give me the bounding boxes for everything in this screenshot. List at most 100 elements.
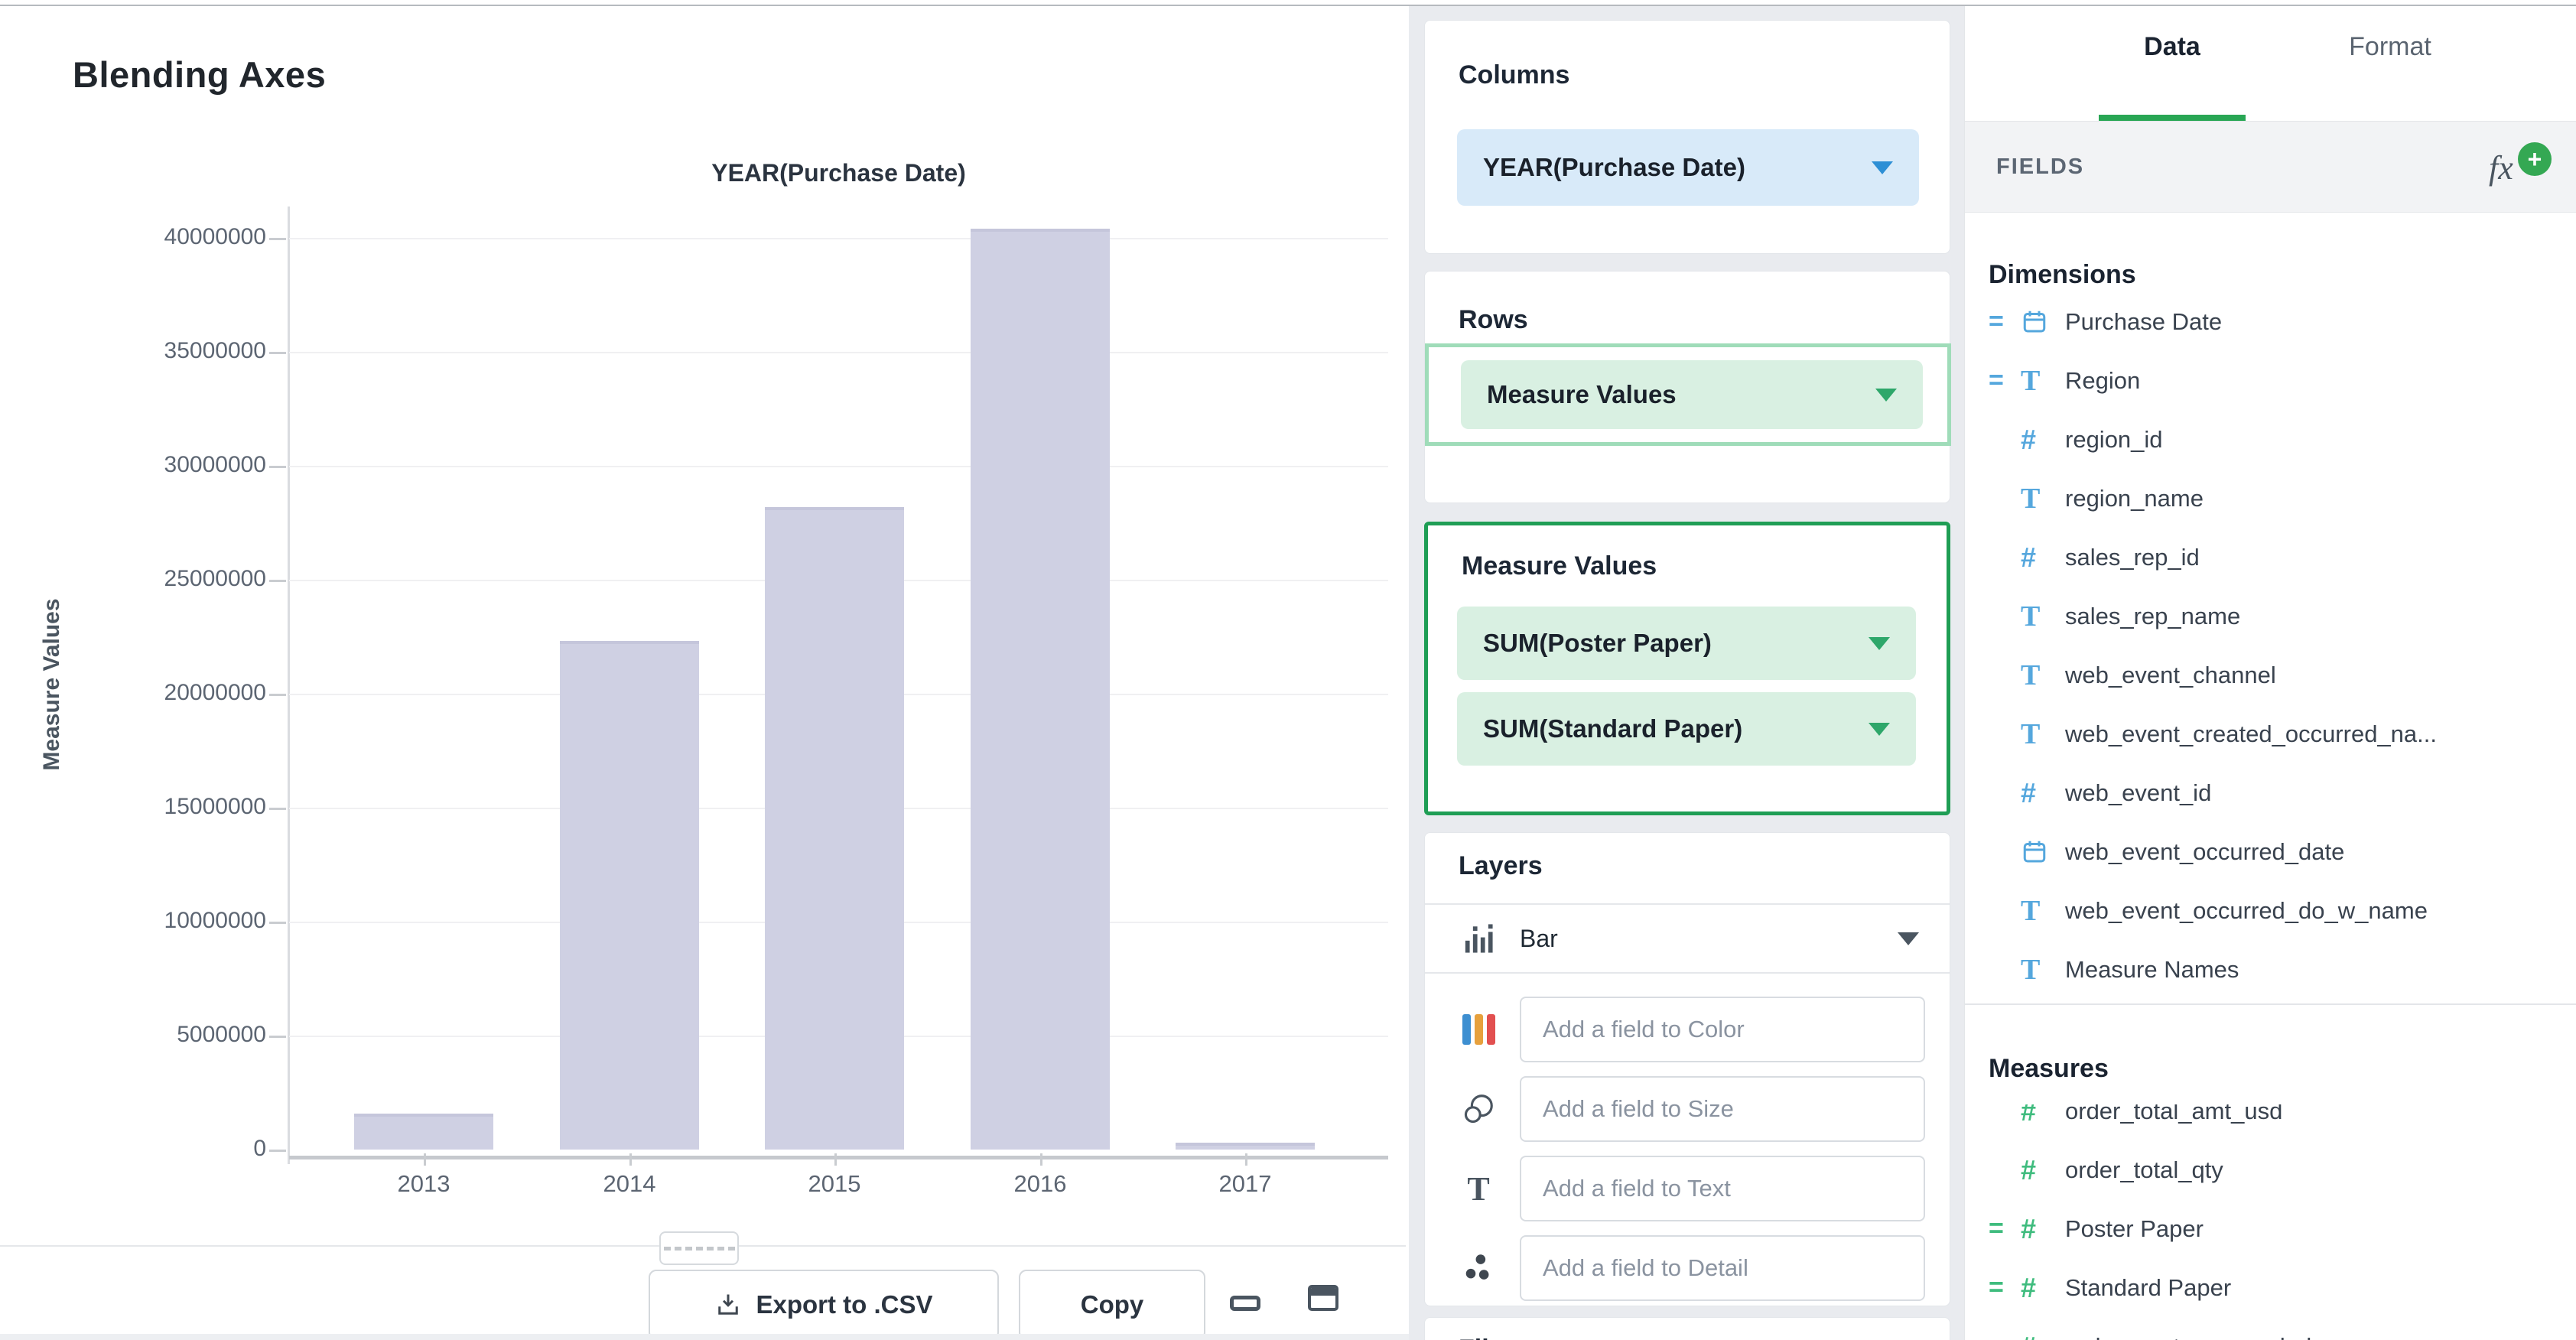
layer-field-input-detail[interactable]: Add a field to Detail [1520, 1235, 1925, 1301]
y-axis-tick [269, 694, 286, 696]
layers-header: Layers [1459, 851, 1543, 880]
field-label: order_total_qty [2065, 1156, 2223, 1183]
measure-values-pill-1[interactable]: SUM(Poster Paper) [1457, 607, 1916, 680]
field-item-web-event-channel[interactable]: Tweb_event_channel [1989, 646, 2555, 704]
text-icon: T [2021, 717, 2041, 750]
layer-field-row: Add a field to Size [1425, 1076, 1951, 1142]
y-axis-tick [269, 238, 286, 240]
gridline [289, 352, 1388, 353]
layer-field-input-text[interactable]: Add a field to Text [1520, 1156, 1925, 1221]
columns-pill-label: YEAR(Purchase Date) [1483, 153, 1745, 181]
number-icon: # [2021, 1271, 2037, 1303]
fields-label: FIELDS [1996, 154, 2085, 179]
list-clip-overlay [1965, 1085, 2576, 1104]
y-axis-tick-label: 20000000 [164, 680, 266, 705]
layer-type-selector[interactable]: Bar [1425, 905, 1950, 972]
x-axis-tick [1040, 1153, 1042, 1166]
y-axis-tick-label: 10000000 [164, 908, 266, 933]
size-circles-icon [1454, 1076, 1503, 1142]
field-item-standard-paper[interactable]: = # Standard Paper [1989, 1258, 2555, 1317]
layers-panel: Layers Bar Add a field to Color Add a fie… [1424, 832, 1950, 1306]
field-item-measure-names[interactable]: T Measure Names [1989, 940, 2555, 999]
field-item-sales-rep-id[interactable]: # sales_rep_id [1989, 528, 2555, 587]
field-label: web_event_created_occurred_na... [2065, 720, 2437, 747]
chevron-down-icon[interactable] [1869, 636, 1890, 650]
layer-field-row: T Add a field to Text [1425, 1156, 1951, 1221]
layer-type-label: Bar [1520, 924, 1558, 952]
calendar-icon [2021, 838, 2065, 866]
field-item-web-event-occurred-do-w-name[interactable]: Tweb_event_occurred_do_w_name [1989, 881, 2555, 940]
window-view-icon[interactable] [1308, 1285, 1338, 1311]
rows-pill-measure-values[interactable]: Measure Values [1461, 360, 1923, 429]
number-icon: # [2021, 1331, 2065, 1340]
color-bars-icon [1454, 997, 1503, 1062]
shelf-panel: Columns YEAR(Purchase Date) Rows Measure… [1409, 6, 1964, 1340]
detail-dots-icon [1454, 1235, 1503, 1301]
chart-builder-app: Blending Axes YEAR(Purchase Date) Measur… [0, 0, 2576, 1340]
copy-label: Copy [1080, 1290, 1144, 1319]
field-label: sales_rep_id [2065, 543, 2200, 571]
dimensions-header: Dimensions [1989, 260, 2136, 289]
y-axis-tick [269, 580, 286, 582]
number-icon: # [2021, 776, 2037, 808]
measure-values-pill-2[interactable]: SUM(Standard Paper) [1457, 692, 1916, 766]
layer-field-input-size[interactable]: Add a field to Size [1520, 1076, 1925, 1142]
field-label: web_event_id [2065, 779, 2212, 806]
chevron-down-icon[interactable] [1898, 932, 1919, 945]
text-icon: T [2021, 659, 2041, 691]
rows-header: Rows [1459, 305, 1528, 334]
x-axis-tick [1245, 1153, 1247, 1166]
field-item-region-name[interactable]: Tregion_name [1989, 469, 2555, 528]
field-item-web-event-occurred-date[interactable]: web_event_occurred_date [1989, 822, 2555, 881]
tab-data[interactable]: Data [2111, 32, 2233, 62]
export-csv-button[interactable]: Export to .CSV [649, 1270, 999, 1340]
field-label: web_event_occurred_do_w_name [2065, 896, 2428, 924]
number-icon: # [2021, 1153, 2037, 1186]
bar-2013[interactable] [354, 1114, 493, 1150]
layer-field-row: Add a field to Detail [1425, 1235, 1951, 1301]
layer-field-input-color[interactable]: Add a field to Color [1520, 997, 1925, 1062]
field-item-order-total-qty[interactable]: # order_total_qty [1989, 1140, 2555, 1199]
bottom-strip [0, 1334, 1409, 1340]
y-axis-tick-label: 35000000 [164, 338, 266, 363]
y-axis-tick-label: 5000000 [177, 1022, 266, 1047]
number-icon: # [2021, 423, 2037, 455]
y-axis-tick [269, 1150, 286, 1152]
measure-pill-label: SUM(Standard Paper) [1483, 714, 1743, 743]
y-axis-line [288, 207, 290, 1164]
field-item-purchase-date[interactable]: = Purchase Date [1989, 292, 2555, 351]
compact-view-icon[interactable] [1230, 1296, 1260, 1311]
field-item-web-event-occurred-day[interactable]: #web_event_occurred_day [1989, 1317, 2555, 1340]
y-axis-tick-label: 15000000 [164, 794, 266, 819]
bar-2015[interactable] [765, 507, 904, 1150]
field-item-region[interactable]: = T Region [1989, 351, 2555, 410]
field-item-web-event-created-occurred-na-[interactable]: Tweb_event_created_occurred_na... [1989, 704, 2555, 763]
field-item-sales-rep-name[interactable]: Tsales_rep_name [1989, 587, 2555, 646]
chevron-down-icon[interactable] [1872, 161, 1893, 174]
x-axis-tick-label: 2015 [808, 1170, 861, 1197]
tab-format[interactable]: Format [2325, 32, 2455, 62]
y-axis-tick [269, 466, 286, 468]
chevron-down-icon[interactable] [1869, 722, 1890, 736]
chevron-down-icon[interactable] [1875, 388, 1897, 402]
divider [1425, 972, 1950, 974]
field-item-poster-paper[interactable]: = # Poster Paper [1989, 1199, 2555, 1258]
bar-2016[interactable] [971, 229, 1110, 1150]
y-axis-tick [269, 352, 286, 354]
layer-field-row: Add a field to Color [1425, 997, 1951, 1062]
page-title: Blending Axes [73, 54, 327, 95]
y-axis-tick-label: 40000000 [164, 224, 266, 249]
measure-values-shelf: Measure Values SUM(Poster Paper) SUM(Stan… [1424, 522, 1950, 815]
y-axis-tick-label: 0 [253, 1136, 266, 1161]
columns-pill-year-purchase-date[interactable]: YEAR(Purchase Date) [1457, 129, 1919, 206]
field-item-web-event-id[interactable]: # web_event_id [1989, 763, 2555, 822]
bar-2017[interactable] [1176, 1143, 1315, 1150]
number-icon: # [2021, 1212, 2037, 1244]
field-item-region-id[interactable]: # region_id [1989, 410, 2555, 469]
copy-button[interactable]: Copy [1019, 1270, 1205, 1340]
bar-2014[interactable] [560, 641, 699, 1150]
field-label: web_event_occurred_day [2065, 1333, 2337, 1340]
resize-drag-handle[interactable] [659, 1231, 739, 1265]
add-calculated-field-button[interactable]: fx + [2484, 142, 2561, 196]
text-icon: T [2021, 894, 2041, 927]
